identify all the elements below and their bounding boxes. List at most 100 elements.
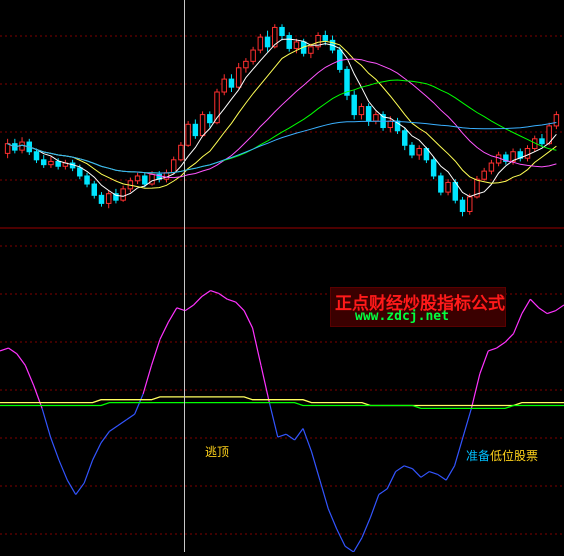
osc-main-segment [193, 295, 203, 306]
candle-body [243, 60, 249, 69]
candle [416, 145, 422, 160]
osc-main-segment [555, 304, 564, 312]
osc-main-segment [344, 545, 354, 553]
candle [322, 30, 329, 46]
osc-main-segment [378, 488, 388, 496]
osc-main-segment [58, 459, 68, 481]
candle [185, 121, 191, 147]
osc-main-segment [75, 482, 85, 495]
candle [315, 32, 321, 51]
moving-average-lines [7, 38, 557, 198]
osc-main-segment [504, 333, 514, 343]
candle-body [48, 160, 54, 166]
osc-main-segment [0, 347, 9, 352]
candle [4, 138, 11, 159]
candle-body [120, 188, 126, 201]
osc-main-segment [327, 508, 338, 530]
candle [228, 74, 235, 93]
candle-body [149, 173, 155, 185]
candle-body [221, 78, 227, 93]
candle-body [192, 123, 199, 137]
candle-body [286, 35, 292, 49]
candle [62, 159, 69, 170]
candle-body [430, 159, 437, 177]
osc-main-segment [369, 494, 380, 518]
escape-top-label: 逃顶 [205, 445, 230, 459]
ma-line-30 [7, 79, 557, 174]
osc-main-segment [453, 436, 464, 466]
candle-body [185, 123, 191, 146]
candle [192, 119, 199, 139]
osc-main-segment [66, 479, 77, 495]
candle-body [40, 159, 47, 166]
candle-body [199, 114, 206, 137]
osc-main-segment [479, 350, 489, 375]
osc-main-segment [167, 307, 178, 323]
candle [235, 62, 242, 89]
candle [221, 74, 227, 96]
osc-main-segment [437, 473, 447, 481]
osc-main-segment [24, 365, 35, 386]
osc-main-segment [277, 433, 287, 438]
candle-body [91, 183, 97, 196]
candle-body [402, 130, 408, 146]
osc-main-segment [488, 347, 497, 352]
osc-main-segment [302, 428, 313, 452]
osc-main-segment [319, 480, 329, 510]
osc-main-segment [251, 327, 262, 366]
osc-main-segment [227, 298, 236, 303]
candle-body [264, 36, 271, 48]
low-stock-label: 准备低位股票 [466, 447, 538, 464]
candle-body [4, 143, 11, 154]
candle [163, 169, 170, 183]
chart-canvas [0, 0, 564, 553]
candle [539, 133, 545, 147]
candle [459, 196, 466, 217]
candle-body [279, 26, 285, 37]
osc-main-segment [462, 408, 472, 438]
candle-body [207, 114, 213, 124]
candle-body [84, 175, 90, 185]
candle-body [228, 78, 235, 88]
candle [438, 172, 444, 196]
osc-main-segment [49, 436, 60, 461]
candle [91, 180, 97, 199]
candle-body [409, 144, 415, 156]
osc-main-segment [538, 307, 548, 315]
candle-body [55, 160, 61, 167]
candle-body [373, 114, 379, 122]
candle [503, 151, 509, 165]
osc-main-segment [420, 471, 430, 478]
candle [402, 127, 408, 151]
osc-main-segment [41, 408, 52, 438]
candlestick-series [4, 24, 560, 217]
candle-body [293, 41, 300, 49]
candle [553, 111, 560, 130]
ma-line-10 [7, 40, 557, 189]
candle-body [142, 175, 148, 185]
candle [134, 172, 141, 185]
osc-main-segment [546, 310, 556, 315]
candle-body [235, 67, 242, 88]
candle-body [481, 170, 487, 180]
candle-body [163, 172, 170, 180]
osc-main-segment [134, 393, 144, 415]
osc-main-segment [512, 313, 523, 334]
osc-main-segment [201, 290, 211, 297]
osc-main-segment [412, 468, 422, 478]
osc-main-segment [100, 430, 110, 444]
candle [149, 171, 155, 186]
osc-main-segment [336, 528, 346, 547]
candle-body [445, 181, 451, 193]
candle-body [250, 49, 256, 62]
osc-main-segment [150, 339, 161, 366]
low-stock-label-part2: 低位股票 [490, 449, 539, 463]
candle-body [257, 36, 264, 51]
candle [207, 111, 213, 128]
osc-main-segment [521, 298, 531, 314]
candle-body [438, 175, 444, 193]
candle-body [524, 148, 531, 159]
candle [481, 167, 487, 181]
osc-main-segment [8, 347, 18, 355]
candle-body [308, 46, 314, 54]
